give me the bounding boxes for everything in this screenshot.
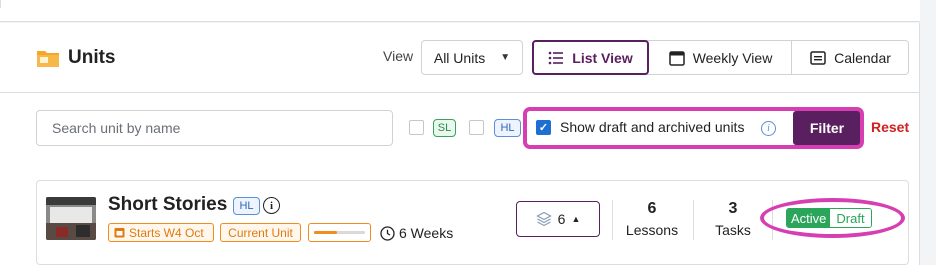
unit-duration-label: 6 Weeks [399, 225, 454, 241]
calendar-week-icon [668, 50, 685, 66]
caret-up-icon: ▲ [571, 214, 581, 224]
units-select[interactable]: All Units ▼ [421, 40, 523, 75]
lessons-count: 6 [647, 200, 657, 217]
top-card [0, 0, 920, 22]
tab-list-view-label: List View [572, 49, 633, 66]
tasks-count: 3 [728, 200, 738, 217]
unit-name[interactable]: Short Stories [108, 194, 227, 216]
layers-dropdown-button[interactable]: 6 ▲ [516, 201, 600, 237]
divider-2 [693, 200, 694, 240]
unit-thumbnail [46, 197, 96, 240]
calendar-start-icon [114, 228, 125, 238]
calendar-icon [810, 50, 826, 65]
highlight-oval-annotation [760, 198, 905, 238]
unit-info-icon[interactable]: i [263, 197, 280, 214]
layers-icon [535, 211, 552, 227]
page-title: Units [68, 47, 116, 68]
highlight-annotation [523, 107, 864, 149]
divider [0, 92, 920, 93]
list-icon [548, 51, 564, 64]
card-corner [0, 0, 11, 8]
unit-progress-bar [308, 223, 371, 242]
tab-calendar-label: Calendar [834, 49, 891, 66]
page-gutter [921, 0, 936, 265]
caret-down-icon: ▼ [500, 52, 511, 63]
clock-icon [380, 225, 395, 241]
view-toggle-group: List View Weekly View Calendar [532, 40, 909, 75]
unit-level-badge: HL [233, 197, 260, 215]
reset-link[interactable]: Reset [871, 119, 909, 135]
hl-checkbox[interactable] [469, 120, 484, 135]
progress-track [314, 231, 365, 234]
tab-list-view[interactable]: List View [532, 40, 649, 75]
units-select-value: All Units [433, 49, 486, 66]
tab-calendar[interactable]: Calendar [792, 41, 909, 74]
progress-fill [314, 231, 337, 234]
view-label: View [383, 48, 414, 64]
start-week-label: Starts W4 Oct [129, 225, 204, 240]
sl-checkbox[interactable] [409, 120, 424, 135]
search-input[interactable] [36, 110, 393, 146]
tab-weekly-view-label: Weekly View [692, 49, 773, 66]
hl-badge: HL [494, 119, 521, 137]
layers-count: 6 [557, 211, 566, 227]
divider-1 [612, 200, 613, 240]
start-week-tag: Starts W4 Oct [108, 223, 214, 242]
unit-duration: 6 Weeks [380, 225, 453, 241]
lessons-label: Lessons [625, 222, 679, 238]
tab-weekly-view[interactable]: Weekly View [650, 41, 792, 74]
current-unit-tag: Current Unit [220, 223, 301, 242]
folder-icon [37, 51, 59, 67]
sl-badge: SL [433, 119, 456, 137]
tasks-label: Tasks [715, 222, 751, 238]
